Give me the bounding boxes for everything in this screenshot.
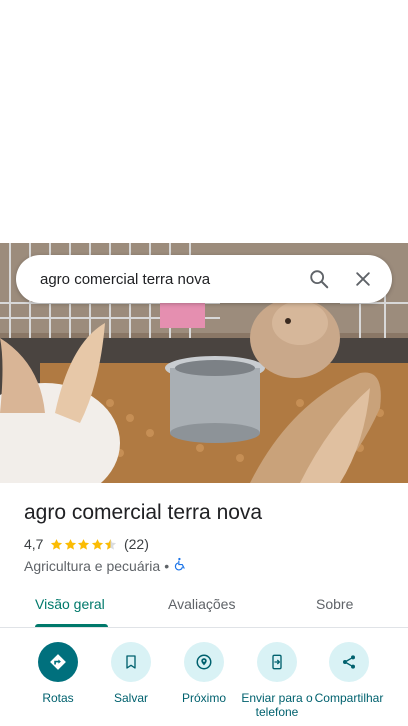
- nearby-label: Próximo: [181, 691, 226, 705]
- nearby-icon: [184, 642, 224, 682]
- send-to-phone-label: Enviar para o telefone: [241, 691, 313, 719]
- bookmark-icon: [111, 642, 151, 682]
- share-icon: [329, 642, 369, 682]
- search-query-text[interactable]: agro comercial terra nova: [40, 271, 292, 288]
- reviews-count: (22): [123, 536, 149, 552]
- star-icon: [77, 538, 91, 551]
- action-bar: Rotas Salvar Próximo Enviar para o telef…: [0, 640, 408, 726]
- star-icon: [50, 538, 64, 551]
- half-star-icon: [104, 538, 118, 551]
- directions-button[interactable]: Rotas: [22, 642, 94, 705]
- tab-reviews[interactable]: Avaliações: [168, 596, 235, 612]
- search-bar[interactable]: agro comercial terra nova: [16, 255, 392, 303]
- share-button[interactable]: Compartilhar: [313, 642, 385, 705]
- place-tabs: Visão geral Avaliações Sobre: [0, 591, 408, 628]
- map-area-blank: [0, 0, 408, 243]
- rating-row[interactable]: 4,7 (22): [24, 536, 149, 552]
- rating-stars: [50, 538, 118, 551]
- wheelchair-icon: [173, 557, 187, 574]
- share-label: Compartilhar: [314, 691, 384, 705]
- send-to-phone-icon: [257, 642, 297, 682]
- place-title: agro comercial terra nova: [24, 501, 263, 524]
- tab-overview[interactable]: Visão geral: [35, 596, 105, 612]
- directions-icon: [38, 642, 78, 682]
- directions-label: Rotas: [42, 691, 74, 705]
- rating-value: 4,7: [24, 536, 44, 552]
- tab-about[interactable]: Sobre: [316, 596, 353, 612]
- save-label: Salvar: [113, 691, 148, 705]
- save-button[interactable]: Salvar: [95, 642, 167, 705]
- active-tab-indicator: [35, 624, 108, 627]
- separator-dot: •: [164, 557, 170, 574]
- send-to-phone-button[interactable]: Enviar para o telefone: [241, 642, 313, 719]
- close-icon[interactable]: [346, 262, 380, 296]
- category-row: Agricultura e pecuária •: [24, 557, 187, 574]
- place-category: Agricultura e pecuária: [24, 557, 161, 574]
- star-icon: [64, 538, 78, 551]
- nearby-button[interactable]: Próximo: [168, 642, 240, 705]
- search-icon[interactable]: [302, 262, 336, 296]
- star-icon: [91, 538, 105, 551]
